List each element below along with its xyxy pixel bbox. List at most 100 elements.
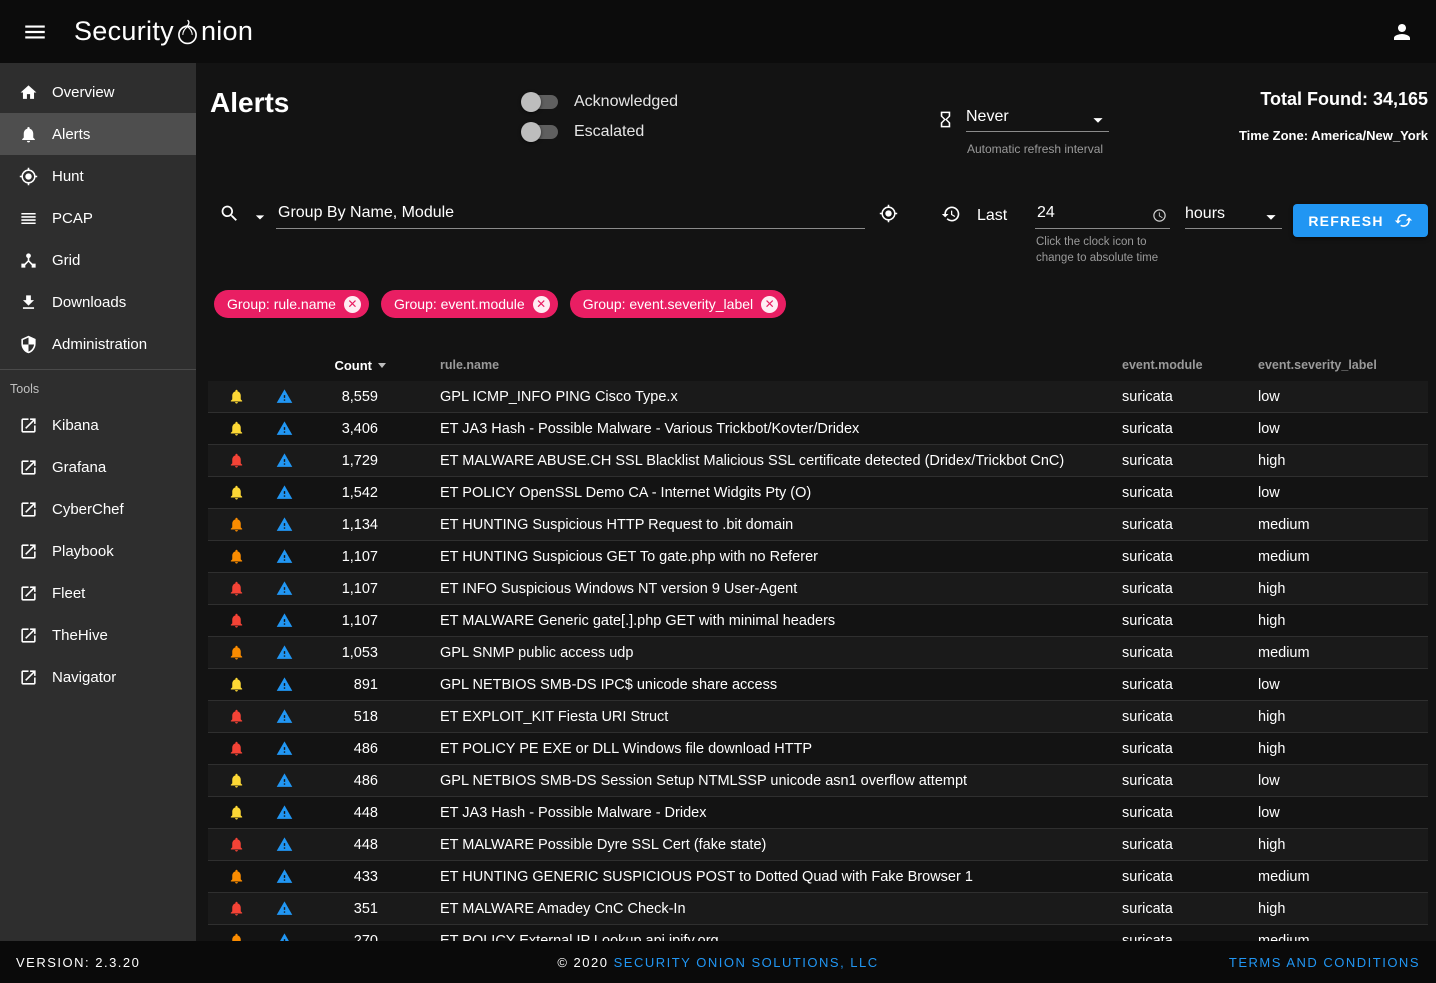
severity-bell-icon[interactable] bbox=[228, 772, 245, 789]
sidebar-item-overview[interactable]: Overview bbox=[0, 71, 196, 113]
column-header-count[interactable]: Count bbox=[304, 358, 392, 373]
sidebar-item-thehive[interactable]: TheHive bbox=[0, 614, 196, 656]
alert-count: 1,107 bbox=[304, 613, 392, 629]
escalated-toggle[interactable]: Escalated bbox=[524, 120, 678, 144]
sidebar-item-grid[interactable]: Grid bbox=[0, 239, 196, 281]
alert-info-icon[interactable] bbox=[276, 548, 293, 565]
alert-info-icon[interactable] bbox=[276, 836, 293, 853]
sidebar-item-administration[interactable]: Administration bbox=[0, 323, 196, 365]
alert-info-icon[interactable] bbox=[276, 452, 293, 469]
user-account-icon[interactable] bbox=[1390, 20, 1414, 44]
table-row[interactable]: 433 ET HUNTING GENERIC SUSPICIOUS POST t… bbox=[208, 861, 1428, 893]
chip-close-icon[interactable]: ✕ bbox=[344, 296, 361, 313]
severity-bell-icon[interactable] bbox=[228, 708, 245, 725]
severity-bell-icon[interactable] bbox=[228, 644, 245, 661]
severity-bell-icon[interactable] bbox=[228, 740, 245, 757]
sidebar-item-playbook[interactable]: Playbook bbox=[0, 530, 196, 572]
table-row[interactable]: 270 ET POLICY External IP Lookup api.ipi… bbox=[208, 925, 1428, 941]
sidebar-item-kibana[interactable]: Kibana bbox=[0, 404, 196, 446]
search-input[interactable] bbox=[276, 201, 865, 229]
severity-bell-icon[interactable] bbox=[228, 676, 245, 693]
terms-link[interactable]: TERMS AND CONDITIONS bbox=[1229, 955, 1420, 970]
alert-info-icon[interactable] bbox=[276, 772, 293, 789]
alert-info-icon[interactable] bbox=[276, 900, 293, 917]
table-row[interactable]: 1,107 ET MALWARE Generic gate[.].php GET… bbox=[208, 605, 1428, 637]
table-row[interactable]: 891 GPL NETBIOS SMB-DS IPC$ unicode shar… bbox=[208, 669, 1428, 701]
severity-bell-icon[interactable] bbox=[228, 548, 245, 565]
sidebar-item-downloads[interactable]: Downloads bbox=[0, 281, 196, 323]
alert-info-icon[interactable] bbox=[276, 612, 293, 629]
search-icon[interactable] bbox=[219, 203, 240, 224]
chip-close-icon[interactable]: ✕ bbox=[533, 296, 550, 313]
severity-bell-icon[interactable] bbox=[228, 900, 245, 917]
alert-info-icon[interactable] bbox=[276, 388, 293, 405]
refresh-button[interactable]: REFRESH bbox=[1293, 204, 1428, 237]
alert-info-icon[interactable] bbox=[276, 484, 293, 501]
target-actions-icon[interactable] bbox=[879, 204, 898, 223]
table-row[interactable]: 486 GPL NETBIOS SMB-DS Session Setup NTM… bbox=[208, 765, 1428, 797]
company-link[interactable]: SECURITY ONION SOLUTIONS, LLC bbox=[614, 955, 879, 970]
severity-bell-icon[interactable] bbox=[228, 580, 245, 597]
sidebar-item-grafana[interactable]: Grafana bbox=[0, 446, 196, 488]
table-row[interactable]: 1,107 ET INFO Suspicious Windows NT vers… bbox=[208, 573, 1428, 605]
table-row[interactable]: 3,406 ET JA3 Hash - Possible Malware - V… bbox=[208, 413, 1428, 445]
severity-bell-icon[interactable] bbox=[228, 836, 245, 853]
chip-group-rule-name[interactable]: Group: rule.name ✕ bbox=[214, 290, 369, 318]
table-row[interactable]: 8,559 GPL ICMP_INFO PING Cisco Type.x su… bbox=[208, 381, 1428, 413]
table-row[interactable]: 448 ET MALWARE Possible Dyre SSL Cert (f… bbox=[208, 829, 1428, 861]
sidebar-item-label: Administration bbox=[52, 336, 147, 353]
alert-info-icon[interactable] bbox=[276, 932, 293, 941]
severity-bell-icon[interactable] bbox=[228, 452, 245, 469]
alert-info-icon[interactable] bbox=[276, 516, 293, 533]
clock-icon[interactable] bbox=[1152, 208, 1167, 228]
chip-group-event-module[interactable]: Group: event.module ✕ bbox=[381, 290, 558, 318]
query-history-chevron-icon[interactable] bbox=[250, 207, 270, 227]
column-header-rule-name[interactable]: rule.name bbox=[440, 358, 1122, 372]
time-unit-select[interactable]: hours bbox=[1185, 201, 1282, 229]
severity-bell-icon[interactable] bbox=[228, 388, 245, 405]
sidebar-item-alerts[interactable]: Alerts bbox=[0, 113, 196, 155]
sidebar-item-cyberchef[interactable]: CyberChef bbox=[0, 488, 196, 530]
severity-bell-icon[interactable] bbox=[228, 420, 245, 437]
acknowledged-toggle[interactable]: Acknowledged bbox=[524, 90, 678, 114]
refresh-interval-select[interactable]: Never bbox=[966, 105, 1109, 132]
alert-info-icon[interactable] bbox=[276, 580, 293, 597]
sidebar-item-pcap[interactable]: PCAP bbox=[0, 197, 196, 239]
toggle-switch[interactable] bbox=[524, 95, 558, 109]
severity-bell-icon[interactable] bbox=[228, 932, 245, 941]
alert-info-icon[interactable] bbox=[276, 804, 293, 821]
duration-input[interactable] bbox=[1035, 201, 1170, 229]
sidebar-item-hunt[interactable]: Hunt bbox=[0, 155, 196, 197]
toggle-switch[interactable] bbox=[524, 125, 558, 139]
table-row[interactable]: 518 ET EXPLOIT_KIT Fiesta URI Struct sur… bbox=[208, 701, 1428, 733]
sidebar-item-fleet[interactable]: Fleet bbox=[0, 572, 196, 614]
table-row[interactable]: 351 ET MALWARE Amadey CnC Check-In suric… bbox=[208, 893, 1428, 925]
severity-bell-icon[interactable] bbox=[228, 868, 245, 885]
table-row[interactable]: 486 ET POLICY PE EXE or DLL Windows file… bbox=[208, 733, 1428, 765]
alert-info-icon[interactable] bbox=[276, 740, 293, 757]
table-row[interactable]: 1,542 ET POLICY OpenSSL Demo CA - Intern… bbox=[208, 477, 1428, 509]
security-onion-logo[interactable]: Security nion bbox=[74, 16, 253, 47]
history-clock-icon[interactable] bbox=[941, 204, 961, 224]
alert-count: 891 bbox=[304, 677, 392, 693]
table-row[interactable]: 1,729 ET MALWARE ABUSE.CH SSL Blacklist … bbox=[208, 445, 1428, 477]
chip-close-icon[interactable]: ✕ bbox=[761, 296, 778, 313]
column-header-severity[interactable]: event.severity_label bbox=[1258, 358, 1428, 372]
table-row[interactable]: 1,107 ET HUNTING Suspicious GET To gate.… bbox=[208, 541, 1428, 573]
severity-bell-icon[interactable] bbox=[228, 484, 245, 501]
chip-group-event-severity[interactable]: Group: event.severity_label ✕ bbox=[570, 290, 786, 318]
hamburger-menu-icon[interactable] bbox=[22, 19, 48, 45]
severity-bell-icon[interactable] bbox=[228, 516, 245, 533]
table-row[interactable]: 1,053 GPL SNMP public access udp suricat… bbox=[208, 637, 1428, 669]
sidebar-item-navigator[interactable]: Navigator bbox=[0, 656, 196, 698]
alert-info-icon[interactable] bbox=[276, 868, 293, 885]
table-row[interactable]: 448 ET JA3 Hash - Possible Malware - Dri… bbox=[208, 797, 1428, 829]
alert-info-icon[interactable] bbox=[276, 420, 293, 437]
table-row[interactable]: 1,134 ET HUNTING Suspicious HTTP Request… bbox=[208, 509, 1428, 541]
severity-bell-icon[interactable] bbox=[228, 804, 245, 821]
alert-info-icon[interactable] bbox=[276, 644, 293, 661]
alert-info-icon[interactable] bbox=[276, 676, 293, 693]
alert-info-icon[interactable] bbox=[276, 708, 293, 725]
column-header-event-module[interactable]: event.module bbox=[1122, 358, 1258, 372]
severity-bell-icon[interactable] bbox=[228, 612, 245, 629]
